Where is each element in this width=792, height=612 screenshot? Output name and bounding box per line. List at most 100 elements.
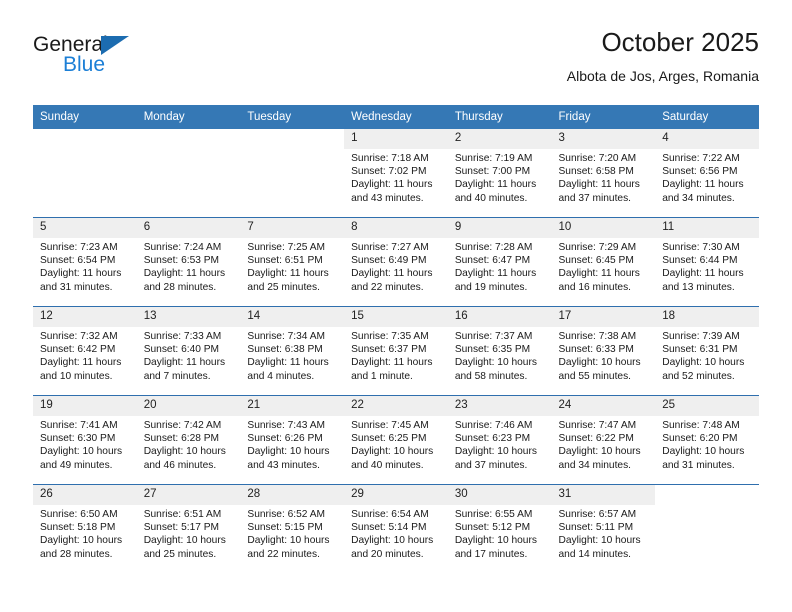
calendar-day-cell[interactable]: 30 Sunrise: 6:55 AM Sunset: 5:12 PM Dayligh… [447, 484, 552, 573]
calendar-day-cell[interactable]: 5 Sunrise: 7:23 AM Sunset: 6:54 PM Daylight… [33, 217, 137, 307]
calendar-day-cell[interactable]: 19 Sunrise: 7:41 AM Sunset: 6:30 PM Dayligh… [33, 395, 137, 485]
sun-info-line-sunrise: Sunrise: 7:47 AM [558, 420, 637, 431]
day-sun-info [33, 149, 137, 152]
calendar-day-cell[interactable]: 13 Sunrise: 7:33 AM Sunset: 6:40 PM Dayligh… [136, 306, 241, 396]
sun-info-line-daylight-line2: and 37 minutes. [454, 459, 528, 471]
day-sun-info: Sunrise: 7:38 AM Sunset: 6:33 PM Daylight:… [552, 327, 656, 383]
day-cell-content: 27 Sunrise: 6:51 AM Sunset: 5:17 PM Dayligh… [136, 485, 241, 573]
calendar-day-cell[interactable]: 31 Sunrise: 6:57 AM Sunset: 5:11 PM Dayligh… [551, 484, 656, 573]
sun-info-line-daylight-line1: Daylight: 11 hours [351, 357, 433, 369]
calendar-day-cell[interactable] [655, 484, 759, 573]
calendar-day-cell[interactable]: 15 Sunrise: 7:35 AM Sunset: 6:37 PM Dayligh… [344, 306, 448, 396]
sun-info-line-daylight-line1: Daylight: 10 hours [558, 357, 641, 369]
sun-info-line-sunrise: Sunrise: 6:51 AM [143, 509, 222, 520]
calendar-day-cell[interactable]: 12 Sunrise: 7:32 AM Sunset: 6:42 PM Dayligh… [33, 306, 137, 396]
sun-info-line-sunset: Sunset: 6:47 PM [454, 255, 531, 267]
day-cell-content: 15 Sunrise: 7:35 AM Sunset: 6:37 PM Dayligh… [344, 307, 448, 395]
calendar-day-cell[interactable]: 29 Sunrise: 6:54 AM Sunset: 5:14 PM Dayligh… [344, 484, 448, 573]
day-sun-info: Sunrise: 7:20 AM Sunset: 6:58 PM Daylight:… [552, 149, 656, 205]
calendar-day-cell[interactable]: 27 Sunrise: 6:51 AM Sunset: 5:17 PM Dayligh… [136, 484, 241, 573]
generalblue-logo[interactable]: General Blue [33, 34, 213, 90]
sun-info-line-daylight-line1: Daylight: 10 hours [454, 446, 537, 458]
calendar-day-cell[interactable]: 25 Sunrise: 7:48 AM Sunset: 6:20 PM Dayligh… [655, 395, 759, 485]
day-cell-content: 14 Sunrise: 7:34 AM Sunset: 6:38 PM Dayligh… [240, 307, 345, 395]
sun-info-line-sunrise: Sunrise: 7:48 AM [662, 420, 740, 431]
day-sun-info: Sunrise: 6:51 AM Sunset: 5:17 PM Daylight:… [137, 505, 241, 561]
calendar-day-cell[interactable]: 7 Sunrise: 7:25 AM Sunset: 6:51 PM Daylight… [240, 217, 345, 307]
calendar-day-cell[interactable]: 2 Sunrise: 7:19 AM Sunset: 7:00 PM Daylight… [447, 129, 552, 218]
calendar-day-cell[interactable]: 23 Sunrise: 7:46 AM Sunset: 6:23 PM Dayligh… [447, 395, 552, 485]
sun-info-line-sunset: Sunset: 6:23 PM [454, 433, 531, 445]
calendar-day-cell[interactable]: 18 Sunrise: 7:39 AM Sunset: 6:31 PM Dayligh… [655, 306, 759, 396]
day-number: 13 [136, 307, 241, 327]
calendar-grid: Sunday Monday Tuesday Wednesday Thursday… [33, 105, 759, 573]
sun-info-line-sunset: Sunset: 5:15 PM [247, 522, 323, 534]
calendar-day-cell[interactable] [33, 129, 137, 218]
calendar-day-cell[interactable]: 4 Sunrise: 7:22 AM Sunset: 6:56 PM Daylight… [655, 129, 759, 218]
sun-info-line-sunset: Sunset: 6:45 PM [558, 255, 634, 267]
day-number [240, 129, 344, 149]
sun-info-line-daylight-line2: and 13 minutes. [662, 281, 735, 293]
sun-info-line-daylight-line2: and 52 minutes. [662, 370, 735, 382]
day-sun-info: Sunrise: 6:57 AM Sunset: 5:11 PM Daylight:… [552, 505, 656, 561]
day-number: 8 [344, 218, 448, 238]
day-sun-info: Sunrise: 7:43 AM Sunset: 6:26 PM Daylight:… [240, 416, 344, 472]
day-number: 3 [551, 129, 656, 149]
day-number: 19 [33, 396, 137, 416]
day-sun-info: Sunrise: 7:29 AM Sunset: 6:45 PM Daylight:… [552, 238, 656, 294]
sun-info-line-daylight-line1: Daylight: 11 hours [247, 268, 329, 280]
sun-info-line-sunset: Sunset: 6:44 PM [662, 255, 738, 267]
calendar-day-cell[interactable]: 16 Sunrise: 7:37 AM Sunset: 6:35 PM Dayligh… [447, 306, 552, 396]
weekday-header-sunday: Sunday [33, 105, 137, 129]
calendar-day-cell[interactable]: 9 Sunrise: 7:28 AM Sunset: 6:47 PM Daylight… [447, 217, 552, 307]
calendar-day-cell[interactable]: 21 Sunrise: 7:43 AM Sunset: 6:26 PM Dayligh… [240, 395, 345, 485]
sun-info-line-daylight-line2: and 40 minutes. [454, 192, 528, 204]
sun-info-line-daylight-line1: Daylight: 11 hours [351, 268, 433, 280]
sun-info-line-daylight-line2: and 46 minutes. [143, 459, 217, 471]
calendar-day-cell[interactable] [136, 129, 241, 218]
day-sun-info: Sunrise: 7:24 AM Sunset: 6:53 PM Daylight:… [137, 238, 241, 294]
calendar-week-row: 1 Sunrise: 7:18 AM Sunset: 7:02 PM Daylight… [33, 129, 759, 218]
calendar-day-cell[interactable]: 28 Sunrise: 6:52 AM Sunset: 5:15 PM Dayligh… [240, 484, 345, 573]
day-sun-info: Sunrise: 7:18 AM Sunset: 7:02 PM Daylight:… [344, 149, 448, 205]
title-block: October 2025 Albota de Jos, Arges, Roman… [567, 26, 759, 86]
empty-day-cell [33, 129, 137, 217]
day-sun-info [137, 149, 241, 152]
day-cell-content: 17 Sunrise: 7:38 AM Sunset: 6:33 PM Dayligh… [551, 307, 656, 395]
day-cell-content: 2 Sunrise: 7:19 AM Sunset: 7:00 PM Daylight… [447, 129, 552, 217]
day-number: 12 [33, 307, 137, 327]
page-subtitle: Albota de Jos, Arges, Romania [566, 68, 759, 84]
sun-info-line-daylight-line1: Daylight: 11 hours [40, 268, 122, 280]
sun-info-line-daylight-line2: and 43 minutes. [247, 459, 320, 471]
logo-text-blue: Blue [63, 53, 106, 76]
calendar-day-cell[interactable]: 17 Sunrise: 7:38 AM Sunset: 6:33 PM Dayligh… [551, 306, 656, 396]
sun-info-line-sunrise: Sunrise: 6:54 AM [351, 509, 429, 520]
calendar-day-cell[interactable]: 24 Sunrise: 7:47 AM Sunset: 6:22 PM Dayligh… [551, 395, 656, 485]
day-cell-content: 4 Sunrise: 7:22 AM Sunset: 6:56 PM Daylight… [655, 129, 759, 217]
calendar-day-cell[interactable]: 20 Sunrise: 7:42 AM Sunset: 6:28 PM Dayligh… [136, 395, 241, 485]
sun-info-line-daylight-line1: Daylight: 11 hours [143, 357, 226, 369]
calendar-day-cell[interactable]: 8 Sunrise: 7:27 AM Sunset: 6:49 PM Daylight… [344, 217, 448, 307]
calendar-day-cell[interactable]: 10 Sunrise: 7:29 AM Sunset: 6:45 PM Dayligh… [551, 217, 656, 307]
calendar-day-cell[interactable]: 1 Sunrise: 7:18 AM Sunset: 7:02 PM Daylight… [344, 129, 448, 218]
calendar-day-cell[interactable]: 22 Sunrise: 7:45 AM Sunset: 6:25 PM Dayligh… [344, 395, 448, 485]
calendar-day-cell[interactable]: 11 Sunrise: 7:30 AM Sunset: 6:44 PM Dayligh… [655, 217, 759, 307]
sun-info-line-daylight-line2: and 16 minutes. [558, 281, 632, 293]
calendar-day-cell[interactable]: 14 Sunrise: 7:34 AM Sunset: 6:38 PM Dayligh… [240, 306, 345, 396]
calendar-day-cell[interactable]: 26 Sunrise: 6:50 AM Sunset: 5:18 PM Dayligh… [33, 484, 137, 573]
sun-info-line-daylight-line2: and 25 minutes. [143, 548, 217, 560]
sun-info-line-sunrise: Sunrise: 7:18 AM [351, 153, 429, 164]
sun-info-line-sunrise: Sunrise: 7:22 AM [662, 153, 740, 164]
sun-info-line-daylight-line1: Daylight: 11 hours [454, 268, 537, 280]
calendar-day-cell[interactable]: 6 Sunrise: 7:24 AM Sunset: 6:53 PM Daylight… [136, 217, 241, 307]
day-number: 16 [447, 307, 552, 327]
sun-info-line-daylight-line1: Daylight: 10 hours [558, 535, 641, 547]
day-sun-info: Sunrise: 6:54 AM Sunset: 5:14 PM Daylight:… [344, 505, 448, 561]
sun-info-line-sunrise: Sunrise: 7:27 AM [351, 242, 429, 253]
sun-info-line-daylight-line2: and 1 minute. [351, 370, 413, 382]
calendar-day-cell[interactable]: 3 Sunrise: 7:20 AM Sunset: 6:58 PM Daylight… [551, 129, 656, 218]
calendar-day-cell[interactable] [240, 129, 345, 218]
day-cell-content: 10 Sunrise: 7:29 AM Sunset: 6:45 PM Dayligh… [551, 218, 656, 306]
sun-info-line-sunrise: Sunrise: 6:55 AM [454, 509, 533, 520]
day-number: 18 [655, 307, 759, 327]
